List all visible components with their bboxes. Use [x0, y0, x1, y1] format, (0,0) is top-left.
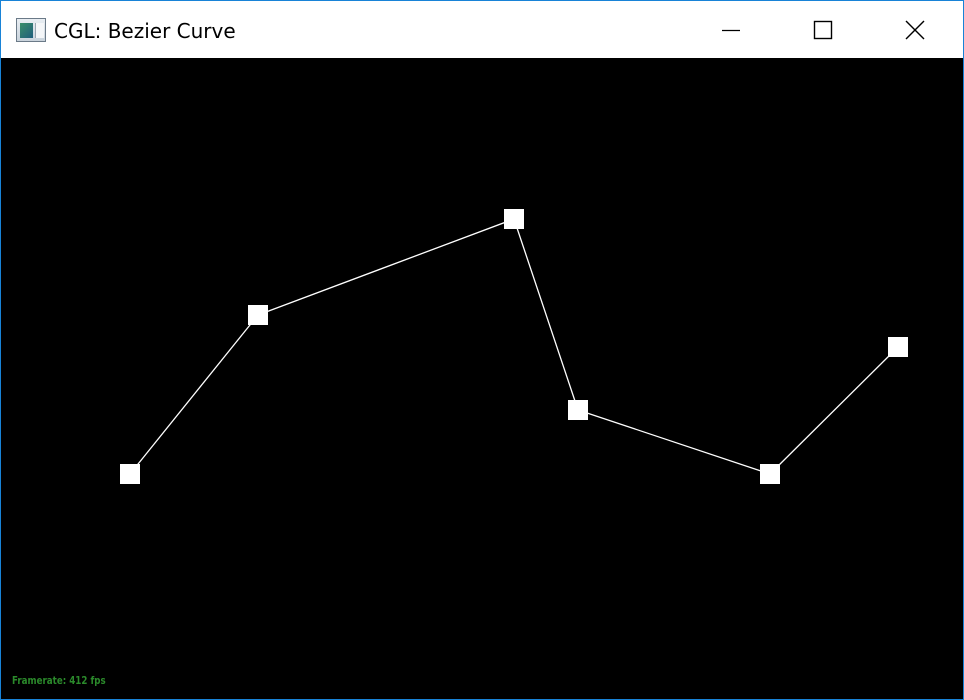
polygon-segment — [513, 218, 579, 411]
control-point-handle-6[interactable] — [888, 337, 908, 357]
control-point-handle-5[interactable] — [760, 464, 780, 484]
render-viewport[interactable]: Framerate: 412 fps — [1, 58, 963, 699]
close-button[interactable] — [869, 1, 961, 58]
minimize-icon — [722, 29, 740, 31]
polygon-segment — [129, 314, 259, 475]
application-icon[interactable] — [16, 18, 46, 42]
bezier-scene[interactable] — [1, 58, 963, 699]
app-window: CGL: Bezier Curve Framerate: 412 fps — [0, 0, 964, 700]
control-polygon — [129, 218, 899, 475]
control-point-handle-1[interactable] — [120, 464, 140, 484]
control-point-handle-2[interactable] — [248, 305, 268, 325]
application-icon-graphic — [20, 23, 33, 38]
framerate-readout: Framerate: 412 fps — [12, 674, 106, 687]
polygon-segment — [257, 218, 515, 316]
control-point-handle-4[interactable] — [568, 400, 588, 420]
minimize-button[interactable] — [685, 1, 777, 58]
polygon-segment — [769, 346, 899, 475]
close-icon — [905, 20, 925, 39]
maximize-icon — [813, 20, 833, 39]
maximize-button[interactable] — [777, 1, 869, 58]
application-icon-panel — [35, 23, 44, 38]
title-bar[interactable]: CGL: Bezier Curve — [1, 1, 963, 58]
control-point-handle-3[interactable] — [504, 209, 524, 229]
control-points[interactable] — [120, 209, 908, 484]
polygon-segment — [577, 409, 771, 475]
window-title: CGL: Bezier Curve — [54, 19, 236, 43]
